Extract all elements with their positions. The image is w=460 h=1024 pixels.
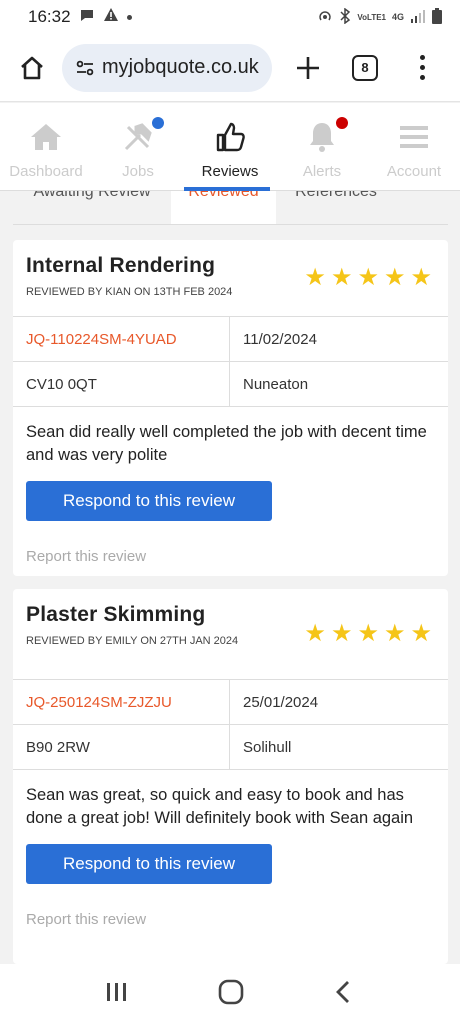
job-reference[interactable]: JQ-250124SM-ZJZJU xyxy=(13,680,230,724)
url-text: myjobquote.co.uk xyxy=(102,56,259,78)
tab-reviewed[interactable]: Reviewed xyxy=(171,191,276,224)
job-town: Solihull xyxy=(243,738,292,756)
browser-menu-button[interactable] xyxy=(412,50,432,86)
nav-reviews[interactable]: Reviews xyxy=(184,103,276,191)
battery-icon xyxy=(432,7,442,27)
new-tab-button[interactable] xyxy=(290,50,326,86)
star-icon: ★ xyxy=(330,264,353,291)
star-icon: ★ xyxy=(357,264,379,291)
details-row: JQ-110224SM-4YUAD 11/02/2024 xyxy=(13,317,448,362)
address-bar[interactable]: myjobquote.co.uk xyxy=(62,43,272,92)
notification-dot-icon xyxy=(126,14,132,20)
status-bar: 16:32 VoLTE1 4G xyxy=(0,0,460,34)
job-postcode: B90 2RW xyxy=(13,725,230,769)
home-circle-icon xyxy=(218,979,244,1004)
star-icon: ★ xyxy=(304,620,326,647)
home-outline-icon xyxy=(21,56,43,79)
review-header: Plaster Skimming REVIEWED BY EMILY ON 27… xyxy=(13,589,448,679)
recent-apps-button[interactable] xyxy=(104,980,130,1009)
system-nav-bar xyxy=(0,964,460,1024)
back-chevron-icon xyxy=(336,980,350,1003)
job-postcode: CV10 0QT xyxy=(13,362,230,406)
home-system-button[interactable] xyxy=(217,978,245,1011)
recents-icon xyxy=(106,982,126,1001)
review-header: Internal Rendering REVIEWED BY KIAN ON 1… xyxy=(13,240,448,316)
reviewed-by: REVIEWED BY EMILY ON 27TH JAN 2024 xyxy=(26,635,239,647)
chat-icon xyxy=(79,7,95,28)
bluetooth-icon xyxy=(339,7,351,27)
nav-label: Jobs xyxy=(122,163,154,180)
tab-references[interactable]: References xyxy=(276,191,396,224)
thumbs-up-icon xyxy=(212,119,248,155)
browser-toolbar: myjobquote.co.uk 8 xyxy=(0,34,460,102)
job-town: Nuneaton xyxy=(243,375,309,393)
hammer-icon xyxy=(120,117,164,155)
menu-dot-icon xyxy=(419,65,425,70)
star-rating: ★ ★ ★ ★ ★ xyxy=(304,266,432,290)
signal-icon xyxy=(410,9,426,26)
review-card: Plaster Skimming REVIEWED BY EMILY ON 27… xyxy=(13,589,448,964)
nav-label: Account xyxy=(386,163,442,180)
job-reference[interactable]: JQ-110224SM-4YUAD xyxy=(13,317,230,361)
nav-dashboard[interactable]: Dashboard xyxy=(0,103,92,191)
respond-review-button[interactable]: Respond to this review xyxy=(26,844,272,885)
report-review-link[interactable]: Report this review xyxy=(13,548,448,565)
details-row: CV10 0QT Nuneaton xyxy=(13,362,448,407)
details-row: B90 2RW Solihull xyxy=(13,725,448,770)
review-text: Sean did really well completed the job w… xyxy=(26,423,427,465)
volte-indicator: VoLTE1 xyxy=(357,12,386,22)
job-date: 11/02/2024 xyxy=(243,330,317,348)
menu-dot-icon xyxy=(419,55,425,60)
home-button[interactable] xyxy=(12,48,52,88)
star-icon: ★ xyxy=(357,620,379,647)
nav-label: Reviews xyxy=(201,163,259,180)
review-subtabs: Awaiting Review Reviewed References xyxy=(13,191,448,225)
nav-jobs[interactable]: Jobs xyxy=(92,103,184,191)
nav-account[interactable]: Account xyxy=(368,103,460,191)
home-icon xyxy=(28,119,64,155)
review-card: Internal Rendering REVIEWED BY KIAN ON 1… xyxy=(13,240,448,576)
hamburger-icon xyxy=(396,119,432,155)
star-icon: ★ xyxy=(410,620,432,647)
jobs-badge-icon xyxy=(152,117,164,129)
network-type: 4G xyxy=(391,12,404,22)
review-text: Sean was great, so quick and easy to boo… xyxy=(26,786,414,828)
reviewed-by: REVIEWED BY KIAN ON 13TH FEB 2024 xyxy=(26,286,233,298)
clock: 16:32 xyxy=(28,7,71,26)
star-rating: ★ ★ ★ ★ ★ xyxy=(304,622,432,646)
star-icon: ★ xyxy=(383,264,406,291)
tab-awaiting-review[interactable]: Awaiting Review xyxy=(13,191,171,224)
job-details: JQ-110224SM-4YUAD 11/02/2024 CV10 0QT Nu… xyxy=(13,316,448,407)
star-icon: ★ xyxy=(304,264,326,291)
app-nav: Dashboard Jobs Reviews Alerts Account xyxy=(0,103,460,191)
bell-icon xyxy=(304,117,348,155)
hotspot-icon xyxy=(317,8,333,27)
back-button[interactable] xyxy=(332,979,356,1010)
star-icon: ★ xyxy=(410,264,432,291)
warning-icon xyxy=(103,7,119,28)
nav-label: Alerts xyxy=(302,163,342,180)
nav-label: Dashboard xyxy=(9,163,83,180)
report-review-link[interactable]: Report this review xyxy=(13,911,448,928)
tab-count: 8 xyxy=(361,60,369,75)
nav-alerts[interactable]: Alerts xyxy=(276,103,368,191)
alerts-badge-icon xyxy=(336,117,348,129)
tab-switcher-button[interactable]: 8 xyxy=(352,54,378,81)
menu-dot-icon xyxy=(419,75,425,80)
plus-icon xyxy=(297,56,319,79)
star-icon: ★ xyxy=(330,620,353,647)
respond-review-button[interactable]: Respond to this review xyxy=(26,481,272,522)
job-date: 25/01/2024 xyxy=(243,693,319,711)
job-details: JQ-250124SM-ZJZJU 25/01/2024 B90 2RW Sol… xyxy=(13,679,448,770)
details-row: JQ-250124SM-ZJZJU 25/01/2024 xyxy=(13,680,448,725)
star-icon: ★ xyxy=(383,620,406,647)
site-settings-icon[interactable] xyxy=(74,57,96,79)
